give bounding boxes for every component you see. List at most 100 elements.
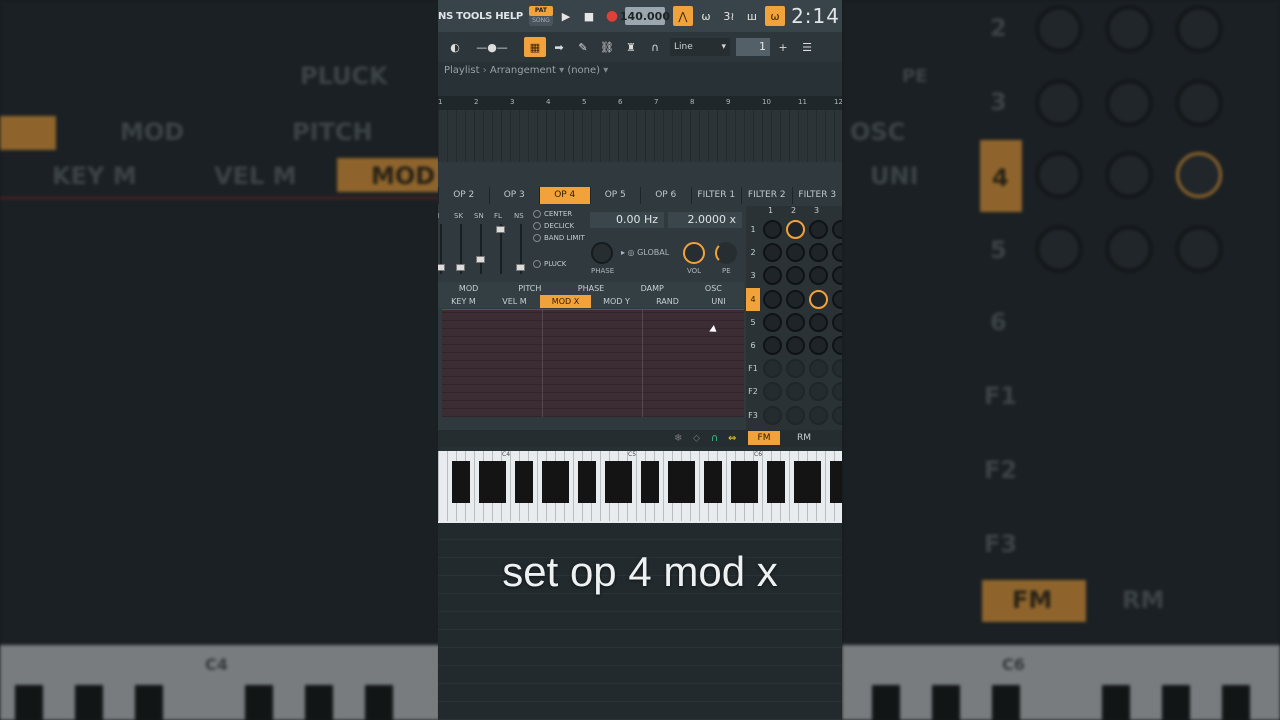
arrows-icon[interactable]: ⇔: [728, 430, 736, 447]
black-key[interactable]: [749, 461, 758, 503]
matrix-knob[interactable]: [832, 243, 842, 263]
fader-handle[interactable]: [496, 226, 505, 233]
matrix-knob[interactable]: [786, 359, 805, 379]
step-edit-button[interactable]: ш: [742, 6, 762, 26]
tab-rand[interactable]: RAND: [642, 295, 693, 308]
tab-mod-x[interactable]: MOD X: [540, 295, 591, 308]
plus-icon[interactable]: +: [772, 37, 794, 57]
snowflake-icon[interactable]: ❄: [674, 430, 682, 447]
matrix-knob[interactable]: [832, 382, 842, 402]
tab-uni[interactable]: UNI: [693, 295, 744, 308]
tab-op-4[interactable]: OP 4: [539, 187, 590, 204]
vol-knob[interactable]: [683, 242, 705, 264]
black-key[interactable]: [551, 461, 560, 503]
fader-handle[interactable]: [476, 256, 485, 263]
tab-op-6[interactable]: OP 6: [640, 187, 691, 204]
matrix-knob[interactable]: [832, 289, 842, 309]
matrix-knob[interactable]: [763, 359, 782, 379]
matrix-knob[interactable]: [786, 312, 805, 332]
matrix-knob[interactable]: [763, 266, 782, 286]
black-key[interactable]: [794, 461, 803, 503]
matrix-knob[interactable]: [832, 266, 842, 286]
matrix-knob[interactable]: [786, 405, 805, 425]
master-knob-icon[interactable]: ◐: [440, 37, 470, 57]
tab-vel-m[interactable]: VEL M: [489, 295, 540, 308]
tab-filter-2[interactable]: FILTER 2: [741, 187, 792, 204]
piano-keyboard[interactable]: C4 C5 C6: [438, 451, 842, 523]
black-key[interactable]: [578, 461, 587, 503]
black-key[interactable]: [812, 461, 821, 503]
step-value-field[interactable]: 1: [736, 38, 770, 56]
tab-damp[interactable]: DAMP: [622, 282, 683, 295]
tab-mod[interactable]: MOD: [438, 282, 499, 295]
matrix-knob[interactable]: [809, 243, 828, 263]
black-key[interactable]: [542, 461, 551, 503]
link-icon[interactable]: ⛓: [596, 37, 618, 57]
black-key[interactable]: [803, 461, 812, 503]
black-key[interactable]: [515, 461, 524, 503]
black-key[interactable]: [641, 461, 650, 503]
matrix-knob[interactable]: [809, 382, 828, 402]
matrix-knob[interactable]: [809, 336, 828, 355]
tab-op-2[interactable]: OP 2: [438, 187, 489, 204]
metronome-button[interactable]: ⋀: [672, 6, 693, 26]
headphones-icon[interactable]: ∩: [711, 430, 718, 447]
pitch-slider-icon[interactable]: —●—: [472, 37, 512, 57]
matrix-row-label[interactable]: 6: [746, 334, 760, 357]
timeline-ruler[interactable]: 1 2 3 4 5 6 7 8 9 10 11 12: [438, 96, 842, 110]
matrix-row-label[interactable]: 5: [746, 311, 760, 334]
fader-handle[interactable]: [456, 264, 465, 271]
tab-mod-y[interactable]: MOD Y: [591, 295, 642, 308]
tempo-display[interactable]: 140.000: [620, 7, 670, 25]
phase-knob[interactable]: [591, 242, 613, 264]
pat-song-toggle[interactable]: PAT SONG: [528, 6, 553, 26]
stop-button[interactable]: ■: [579, 6, 599, 26]
fader-handle[interactable]: [438, 264, 445, 271]
black-key[interactable]: [587, 461, 596, 503]
magnet-icon[interactable]: ∩: [644, 37, 666, 57]
black-key[interactable]: [668, 461, 677, 503]
matrix-knob[interactable]: [786, 289, 805, 309]
frequency-field[interactable]: 0.00 Hz: [590, 212, 664, 228]
black-key[interactable]: [605, 461, 614, 503]
matrix-knob[interactable]: [763, 312, 782, 332]
matrix-knob[interactable]: [832, 312, 842, 332]
black-key[interactable]: [488, 461, 497, 503]
black-key[interactable]: [479, 461, 488, 503]
playlist-grid[interactable]: [438, 110, 842, 162]
matrix-knob[interactable]: [809, 289, 828, 309]
black-key[interactable]: [497, 461, 506, 503]
fader-handle[interactable]: [516, 264, 525, 271]
black-key[interactable]: [461, 461, 470, 503]
tab-pitch[interactable]: PITCH: [499, 282, 560, 295]
black-key[interactable]: [713, 461, 722, 503]
matrix-knob[interactable]: [763, 405, 782, 425]
fm-button[interactable]: FM: [748, 431, 780, 445]
play-button[interactable]: ▶: [556, 6, 576, 26]
snap-dropdown[interactable]: Line ▾: [670, 38, 730, 56]
black-key[interactable]: [776, 461, 785, 503]
matrix-knob[interactable]: [809, 266, 828, 286]
black-key[interactable]: [677, 461, 686, 503]
matrix-row-label[interactable]: 4: [746, 287, 760, 311]
ratio-field[interactable]: 2.0000 x: [668, 212, 742, 228]
matrix-knob[interactable]: [832, 405, 842, 425]
matrix-knob[interactable]: [786, 220, 805, 239]
center-option[interactable]: CENTER: [533, 210, 585, 218]
arrow-icon[interactable]: ➡: [548, 37, 570, 57]
draw-icon[interactable]: ✎: [572, 37, 594, 57]
matrix-row-label[interactable]: F2: [746, 380, 760, 403]
band-limit-option[interactable]: BAND LIMIT: [533, 234, 585, 242]
pattern-selector[interactable]: (none): [567, 65, 600, 76]
matrix-knob[interactable]: [763, 289, 782, 309]
black-key[interactable]: [623, 461, 632, 503]
black-key[interactable]: [731, 461, 740, 503]
declick-option[interactable]: DECLICK: [533, 222, 585, 230]
matrix-row-label[interactable]: F1: [746, 357, 760, 380]
wait-button[interactable]: ω: [696, 6, 716, 26]
black-key[interactable]: [560, 461, 569, 503]
matrix-knob[interactable]: [786, 336, 805, 355]
tab-phase[interactable]: PHASE: [560, 282, 621, 295]
global-toggle[interactable]: ▸ ◎ GLOBAL: [621, 248, 669, 257]
black-key[interactable]: [767, 461, 776, 503]
